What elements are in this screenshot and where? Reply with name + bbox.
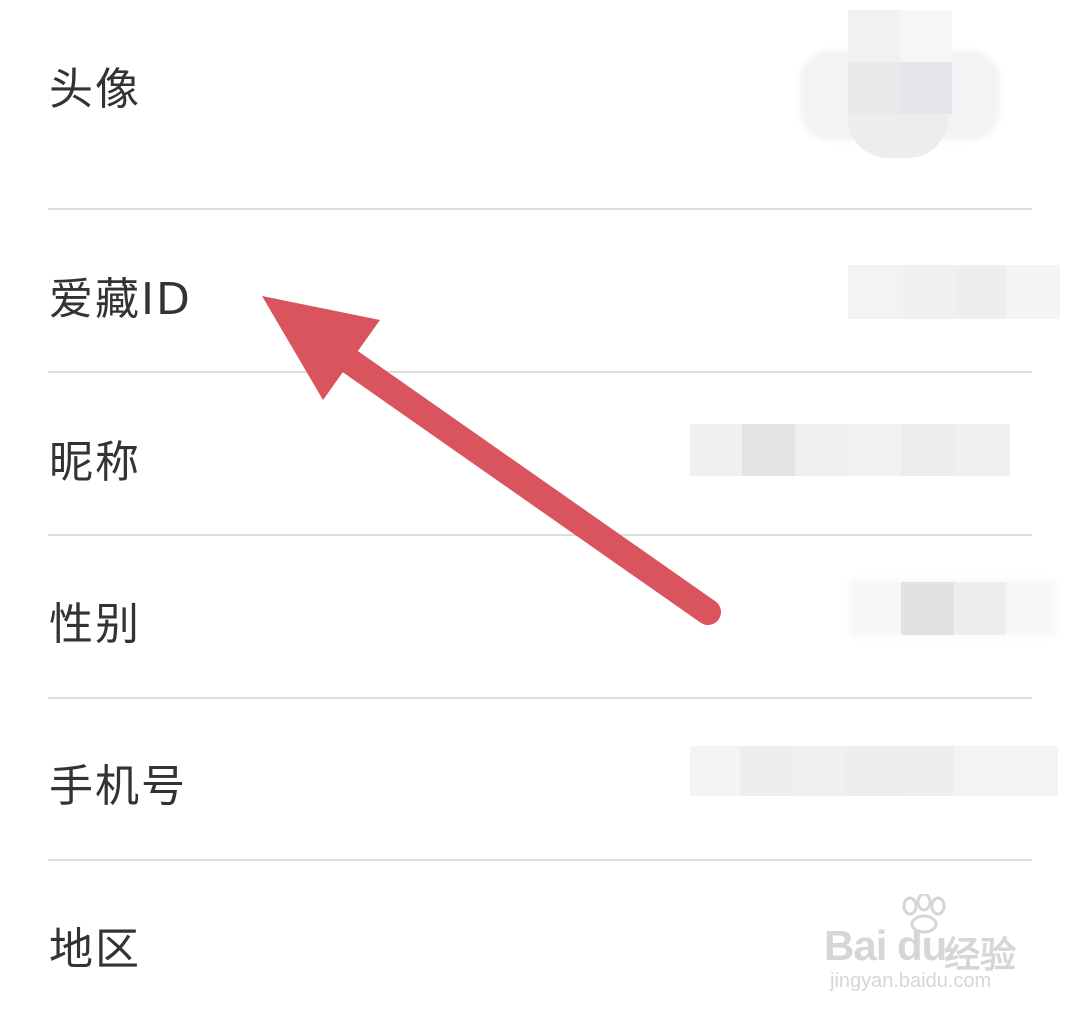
row-label-aicang-id: 爱藏ID <box>49 274 192 325</box>
row-label-phone: 手机号 <box>49 761 187 812</box>
avatar[interactable] <box>800 10 1010 160</box>
divider <box>48 534 1032 536</box>
row-label-nickname: 昵称 <box>49 437 141 488</box>
row-label-region: 地区 <box>49 924 141 975</box>
gender-value <box>850 580 1056 636</box>
divider <box>48 697 1032 699</box>
row-label-avatar: 头像 <box>49 64 141 115</box>
divider <box>48 208 1032 210</box>
watermark-logo-text: Bai du <box>824 922 947 969</box>
phone-value <box>690 746 1058 796</box>
divider <box>48 859 1032 861</box>
divider <box>48 371 1032 373</box>
row-label-gender: 性别 <box>49 599 141 650</box>
aicang-id-value <box>848 265 1060 319</box>
baidu-jingyan-watermark: Bai du 经验 jingyan.baidu.com <box>824 894 1024 1000</box>
nickname-value <box>690 424 1010 476</box>
watermark-url: jingyan.baidu.com <box>830 970 992 992</box>
